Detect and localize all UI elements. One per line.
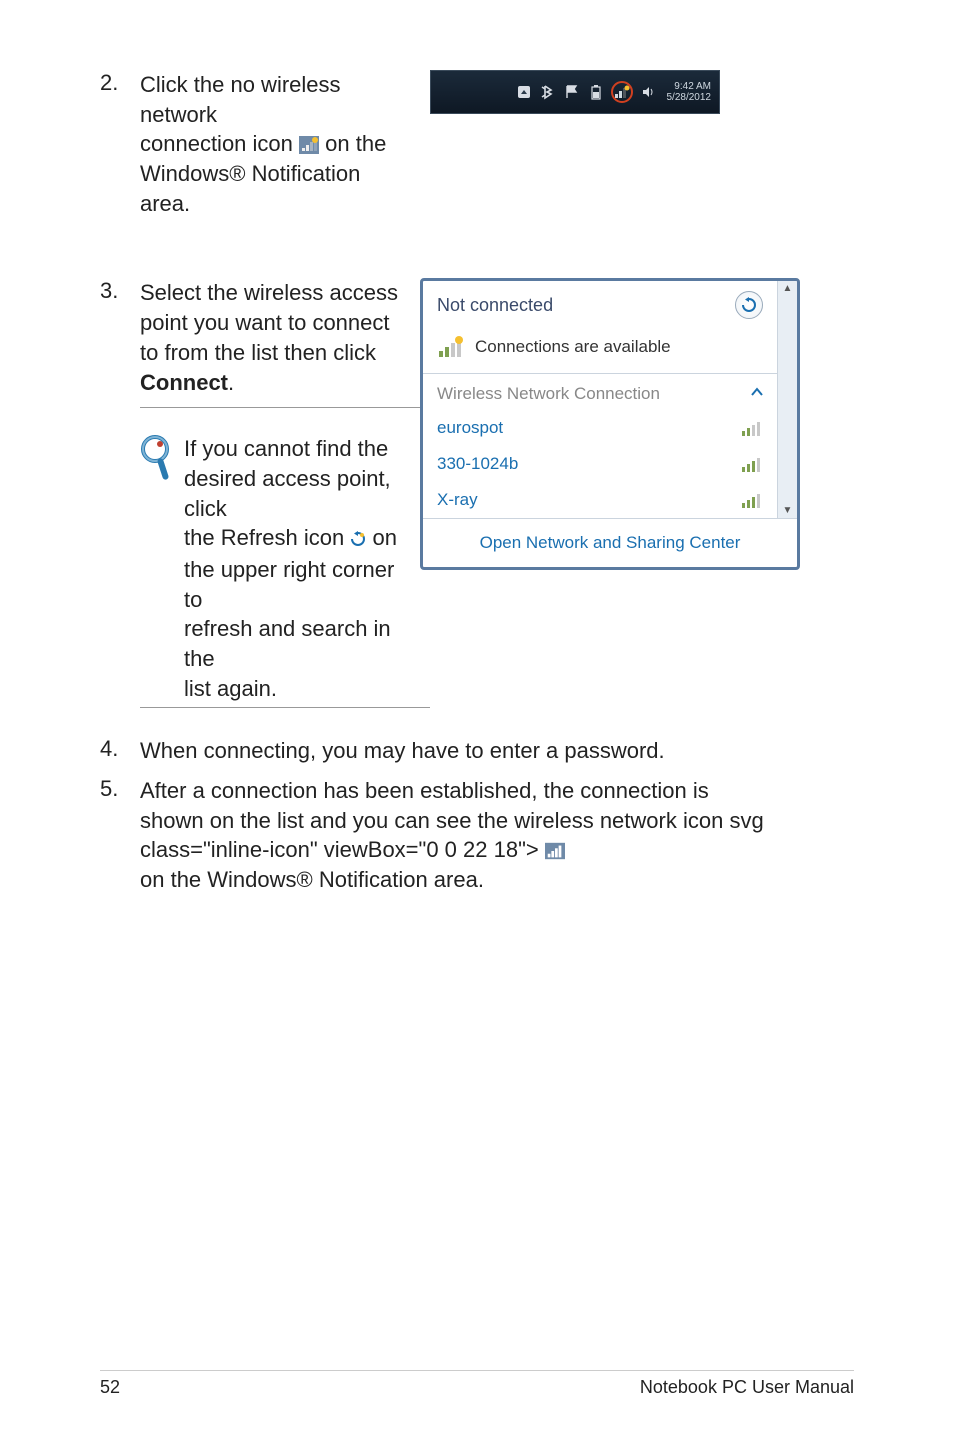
date: 5/28/2012	[667, 92, 712, 103]
page-footer: 52 Notebook PC User Manual	[100, 1370, 854, 1398]
wifi-popup: Not connected Connection	[420, 278, 800, 570]
connect-word: Connect	[140, 370, 228, 395]
step4-text: When connecting, you may have to enter a…	[140, 738, 665, 763]
steps-4-5: 4. When connecting, you may have to ente…	[100, 736, 854, 894]
signal-icon	[741, 491, 763, 509]
magnifier-icon	[140, 434, 184, 703]
step-2-row: 2. Click the no wireless network connect…	[100, 70, 854, 228]
step2-line1: Click the no wireless network	[140, 72, 341, 127]
network-item-x-ray[interactable]: X-ray	[423, 482, 777, 518]
step-5: 5. After a connection has been establish…	[100, 776, 854, 895]
signal-icon	[741, 455, 763, 473]
wifi-popup-col: Not connected Connection	[410, 278, 854, 570]
step-number: 5.	[100, 776, 140, 895]
bluetooth-icon	[539, 83, 557, 101]
step-2-left: 2. Click the no wireless network connect…	[100, 70, 410, 228]
taskbar-screenshot: 9:42 AM 5/28/2012	[410, 70, 854, 114]
signal-avail-icon	[437, 335, 465, 359]
time: 9:42 AM	[667, 81, 712, 92]
highlight-circle	[611, 81, 633, 103]
no-wireless-icon	[299, 131, 325, 156]
wnc-label: Wireless Network Connection	[437, 384, 660, 404]
tip-line6: list again.	[184, 676, 277, 701]
step-3-left: 3. Select the wireless access point you …	[100, 278, 410, 716]
step-text: After a connection has been established,…	[140, 776, 854, 895]
network-name: X-ray	[437, 490, 478, 510]
refresh-button[interactable]	[735, 291, 763, 319]
tip-text: If you cannot find the desired access po…	[184, 434, 410, 703]
step2-line2a: connection icon	[140, 131, 293, 156]
step-2: 2. Click the no wireless network connect…	[100, 70, 410, 218]
step2-line3: Windows® Notification area.	[140, 161, 360, 216]
tip-rule-bottom	[140, 707, 430, 708]
popup-header: Not connected	[423, 281, 777, 329]
tray-up-icon	[515, 83, 533, 101]
tip-line3c: on	[373, 525, 397, 550]
refresh-word: Refresh	[221, 525, 298, 550]
step3-period: .	[228, 370, 234, 395]
popup-main: Not connected Connection	[423, 281, 777, 518]
not-connected-label: Not connected	[437, 295, 553, 316]
scroll-up-icon[interactable]: ▲	[778, 281, 797, 296]
chevron-up-icon	[751, 384, 763, 404]
step-text: Select the wireless access point you wan…	[140, 278, 410, 397]
step5-line3: on the Windows® Notification area.	[140, 867, 484, 892]
wireless-section-header[interactable]: Wireless Network Connection	[423, 374, 777, 410]
step-number: 2.	[100, 70, 140, 218]
network-item-eurospot[interactable]: eurospot	[423, 410, 777, 446]
step3-line2: point you want to connect	[140, 310, 390, 335]
tip-line1: If you cannot find the	[184, 436, 388, 461]
conn-avail-label: Connections are available	[475, 337, 671, 357]
step-number: 4.	[100, 736, 140, 766]
network-tray-icon	[614, 85, 630, 99]
step2-line2b: on the	[325, 131, 386, 156]
step-number: 3.	[100, 278, 140, 397]
flag-icon	[563, 83, 581, 101]
step-3: 3. Select the wireless access point you …	[100, 278, 410, 397]
tip-rule-top	[140, 407, 430, 408]
scrollbar[interactable]: ▲ ▼	[777, 281, 797, 518]
step5-line1: After a connection has been established,…	[140, 778, 709, 803]
open-network-center-link[interactable]: Open Network and Sharing Center	[423, 518, 797, 567]
tip-line3a: the	[184, 525, 215, 550]
step3-line1: Select the wireless access	[140, 280, 398, 305]
step-text: When connecting, you may have to enter a…	[140, 736, 854, 766]
battery-icon	[587, 83, 605, 101]
clock: 9:42 AM 5/28/2012	[667, 81, 712, 103]
scroll-track[interactable]	[778, 296, 797, 503]
manual-title: Notebook PC User Manual	[640, 1377, 854, 1398]
popup-body: Not connected Connection	[423, 281, 797, 518]
tip-box: If you cannot find the desired access po…	[140, 434, 410, 703]
tip-line3b: icon	[304, 525, 344, 550]
step-text: Click the no wireless network connection…	[140, 70, 410, 218]
step5-line2a: shown on the list and you can see the wi…	[140, 808, 723, 833]
connections-available-row: Connections are available	[423, 329, 777, 373]
step-3-row: 3. Select the wireless access point you …	[100, 278, 854, 716]
taskbar: 9:42 AM 5/28/2012	[430, 70, 720, 114]
tip-line2: desired access point, click	[184, 466, 391, 521]
network-name: eurospot	[437, 418, 503, 438]
step3-line3: to from the list then click	[140, 340, 376, 365]
speaker-icon	[639, 83, 657, 101]
scroll-down-icon[interactable]: ▼	[778, 503, 797, 518]
network-name: 330-1024b	[437, 454, 518, 474]
refresh-icon	[350, 525, 366, 555]
step-4: 4. When connecting, you may have to ente…	[100, 736, 854, 766]
signal-icon	[741, 419, 763, 437]
popup-footer-label: Open Network and Sharing Center	[480, 533, 741, 552]
tip-line5: refresh and search in the	[184, 616, 391, 671]
tip-line4: the upper right corner to	[184, 557, 394, 612]
network-item-330-1024b[interactable]: 330-1024b	[423, 446, 777, 482]
page-number: 52	[100, 1377, 120, 1398]
